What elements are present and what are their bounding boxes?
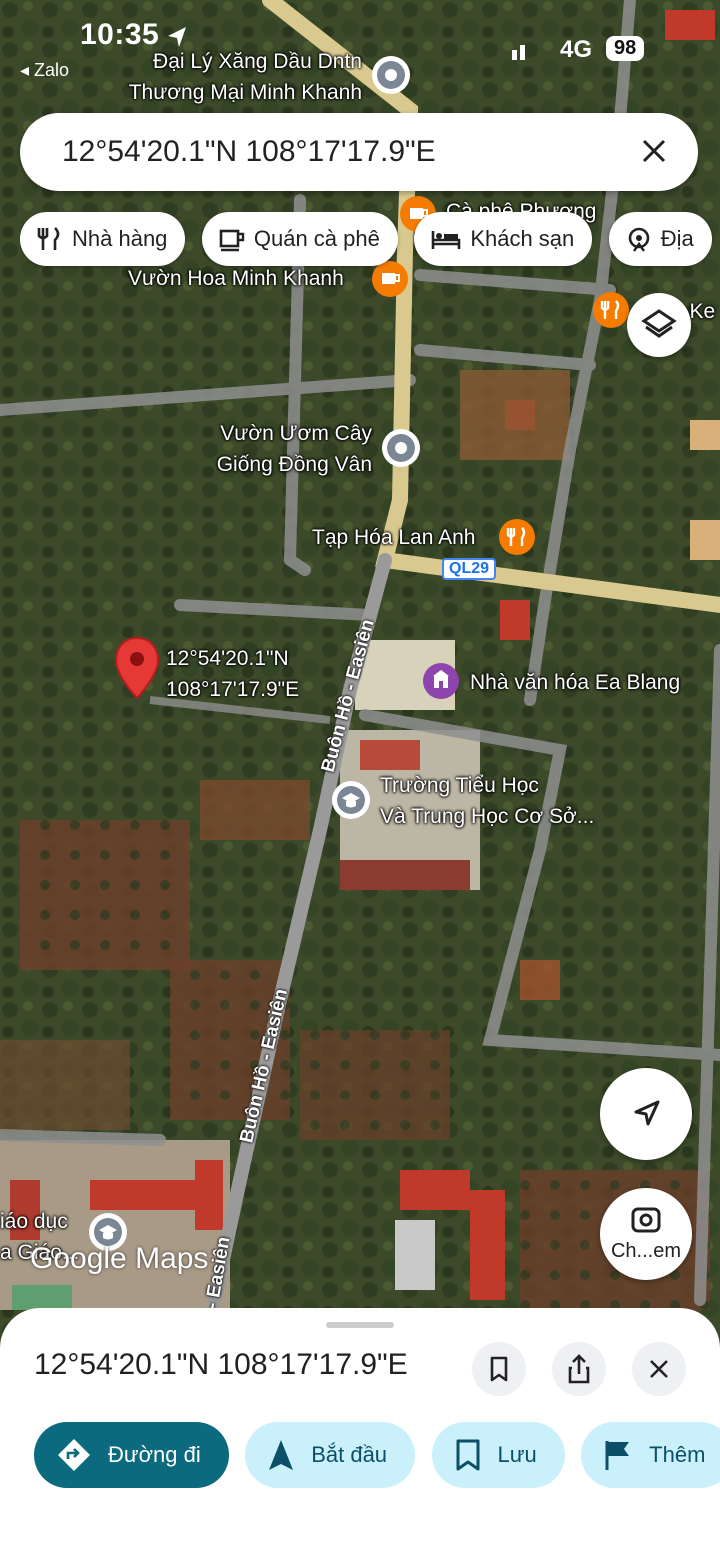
chip-attractions[interactable]: Địa <box>608 212 712 266</box>
directions-label: Đường đi <box>108 1442 201 1467</box>
location-arrow-icon <box>634 1100 660 1126</box>
chip-restaurants[interactable]: Nhà hàng <box>20 212 186 266</box>
status-bar: 10:35 ◂ Zalo 4G 98 <box>0 0 720 100</box>
poi-label-line: Giống Đồng Vân <box>216 453 372 476</box>
restaurant-icon <box>37 227 60 250</box>
camera-button[interactable]: Ch...em <box>600 1188 692 1280</box>
dropped-pin-lat: 12°54'20.1"N <box>166 647 289 670</box>
poi-label-nursery[interactable]: Vườn Ươm Cây Giống Đồng Vân <box>196 418 372 480</box>
poi-label-line: Và Trung Học Cơ Sở... <box>380 805 595 828</box>
my-location-button[interactable] <box>600 1068 692 1160</box>
sheet-title: 12°54'20.1"N 108°17'17.9"E <box>34 1348 408 1381</box>
attraction-icon <box>628 227 650 252</box>
search-bar[interactable]: 12°54'20.1"N 108°17'17.9"E <box>20 113 698 191</box>
layers-icon <box>641 309 677 338</box>
back-to-app-link[interactable]: ◂ Zalo <box>20 60 69 81</box>
add-label: Thêm <box>649 1442 706 1467</box>
category-chips: Nhà hàng Quán cà phê Khách sạn Địa <box>20 212 720 268</box>
sheet-actions: Đường đi Bắt đầu Lưu Thêm <box>34 1422 720 1488</box>
search-input[interactable]: 12°54'20.1"N 108°17'17.9"E <box>62 135 436 169</box>
directions-icon <box>58 1439 90 1471</box>
sheet-close-button[interactable] <box>632 1342 686 1396</box>
chip-label: Địa <box>660 226 694 251</box>
save-label: Lưu <box>497 1442 537 1467</box>
share-button[interactable] <box>552 1342 606 1396</box>
start-button[interactable]: Bắt đầu <box>245 1422 416 1488</box>
sheet-drag-handle[interactable] <box>326 1322 394 1328</box>
coffee-icon <box>219 229 245 252</box>
save-button[interactable]: Lưu <box>431 1422 565 1488</box>
layers-button[interactable] <box>627 293 691 357</box>
road-shield-ql29: QL29 <box>442 558 497 580</box>
chip-hotels[interactable]: Khách sạn <box>414 212 593 266</box>
hotel-icon <box>432 231 461 249</box>
poi-label-line: iáo dục <box>0 1210 68 1233</box>
poi-label-grocery[interactable]: Tạp Hóa Lan Anh <box>312 522 475 553</box>
chip-label: Quán cà phê <box>253 226 380 251</box>
chip-cafes[interactable]: Quán cà phê <box>201 212 398 266</box>
camera-icon <box>631 1207 661 1233</box>
poi-label-line: Vườn Ươm Cây <box>220 422 372 445</box>
flag-icon <box>605 1441 630 1470</box>
poi-label-line: Trường Tiểu Học <box>380 774 539 797</box>
chip-label: Khách sạn <box>470 226 575 251</box>
status-time: 10:35 <box>80 18 160 51</box>
dropped-pin-label: 12°54'20.1"N 108°17'17.9"E <box>166 643 299 705</box>
bookmark-icon <box>490 1356 508 1382</box>
place-bottom-sheet[interactable]: 12°54'20.1"N 108°17'17.9"E Đường đi Bắt … <box>0 1308 720 1560</box>
battery-level: 98 <box>606 36 645 61</box>
camera-button-label: Ch...em <box>610 1240 682 1262</box>
start-label: Bắt đầu <box>311 1442 388 1467</box>
close-icon <box>650 1360 668 1378</box>
map-view[interactable]: Đại Lý Xăng Dầu Dntn Thương Mại Minh Kha… <box>0 0 720 1340</box>
share-icon <box>568 1354 590 1384</box>
poi-label-school[interactable]: Trường Tiểu Học Và Trung Học Cơ Sở... <box>380 770 594 832</box>
directions-button[interactable]: Đường đi <box>34 1422 229 1488</box>
google-maps-logo: Google Maps <box>30 1242 209 1275</box>
network-type: 4G <box>560 36 593 63</box>
poi-label-culture-house[interactable]: Nhà văn hóa Ea Blang <box>470 667 680 698</box>
close-icon[interactable] <box>634 131 674 171</box>
location-arrow-status-icon <box>168 27 186 47</box>
chip-label: Nhà hàng <box>72 226 168 251</box>
save-bookmark-button[interactable] <box>472 1342 526 1396</box>
signal-icon <box>512 45 525 60</box>
navigation-arrow-icon <box>269 1440 294 1470</box>
bookmark-icon <box>456 1439 479 1471</box>
dropped-pin-lng: 108°17'17.9"E <box>166 678 300 701</box>
add-label-button[interactable]: Thêm <box>581 1422 720 1488</box>
